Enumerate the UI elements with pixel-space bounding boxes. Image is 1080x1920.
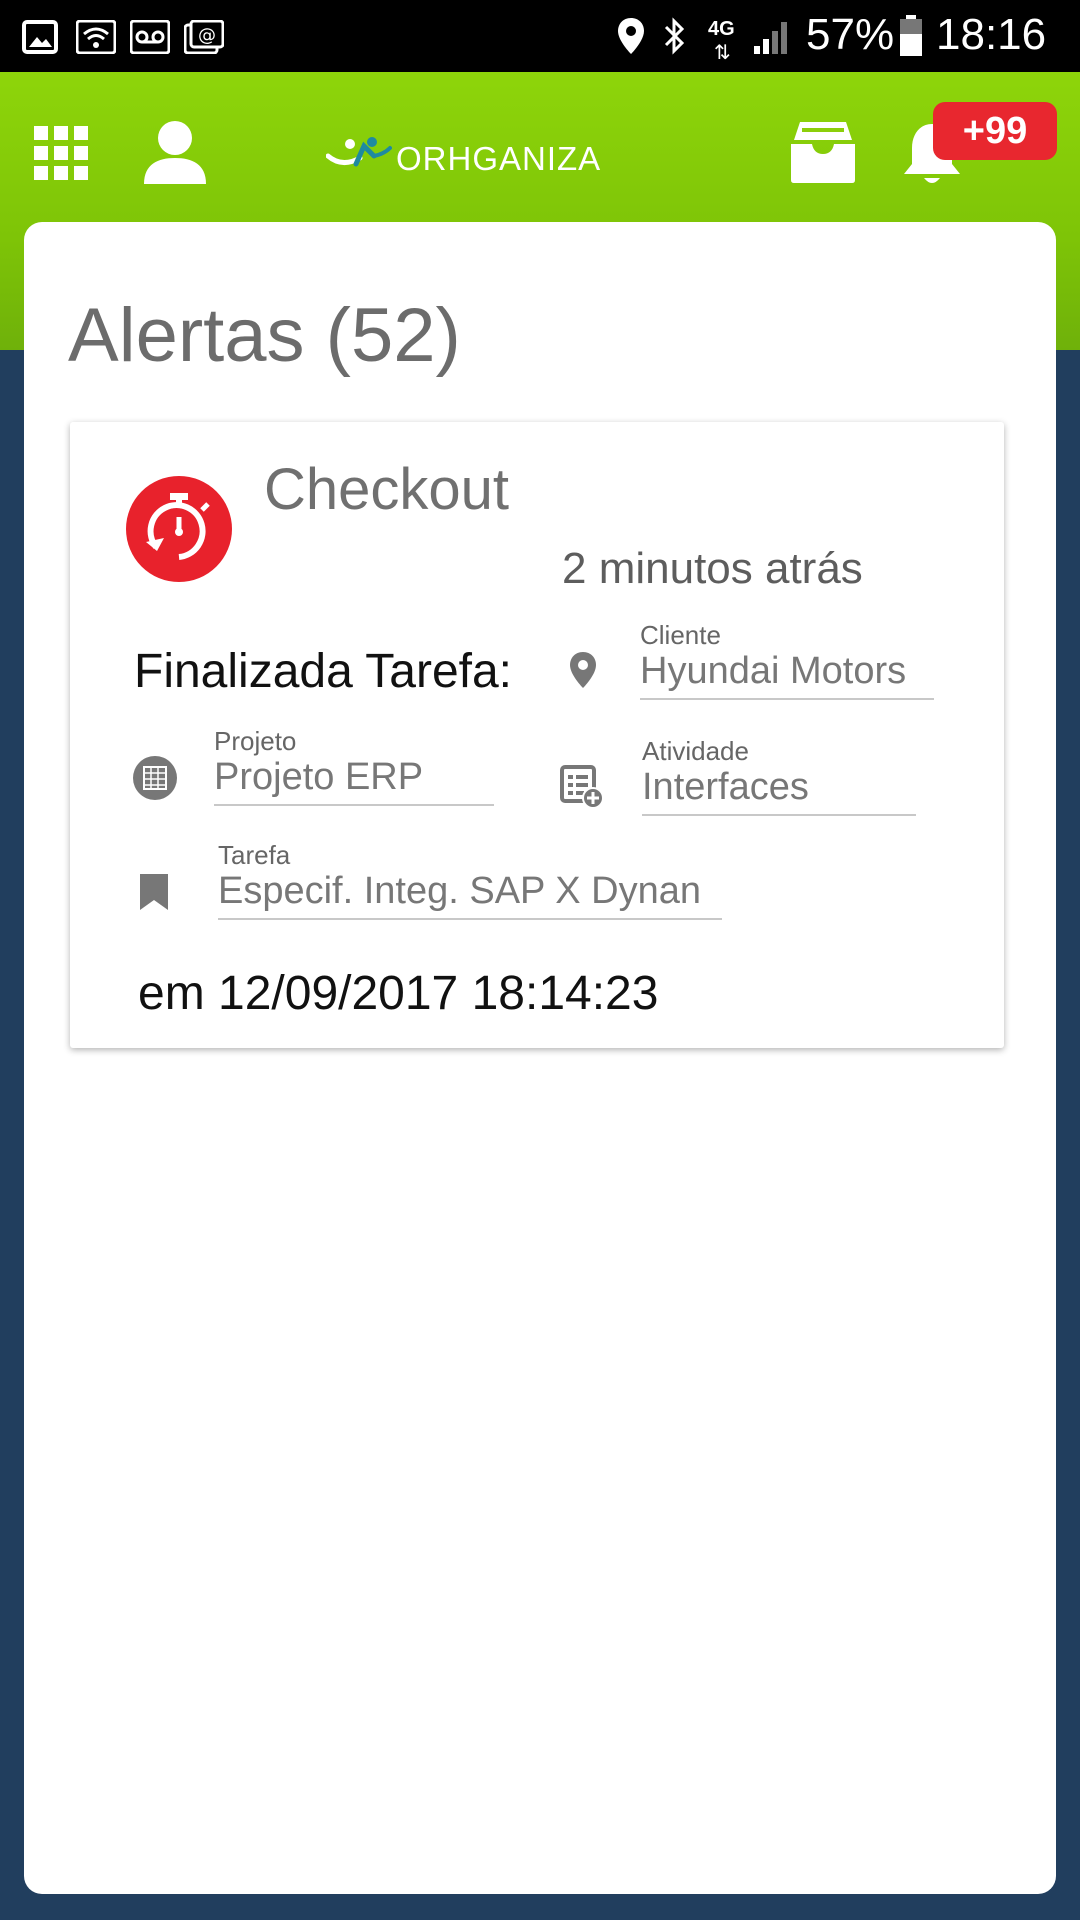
clock: 18:16 xyxy=(936,10,1047,59)
apps-grid-icon[interactable] xyxy=(34,126,88,180)
inbox-icon[interactable] xyxy=(788,118,858,184)
tarefa-label: Tarefa xyxy=(218,840,291,870)
alerts-panel: Alertas (52) Checkout 2 minutos atrás Fi… xyxy=(24,222,1056,1894)
projeto-label: Projeto xyxy=(214,726,297,756)
atividade-label: Atividade xyxy=(642,736,749,766)
signal-icon xyxy=(754,22,787,54)
alert-date: em 12/09/2017 18:14:23 xyxy=(138,967,659,1020)
network-type-label: 4G xyxy=(708,18,735,40)
svg-text:@: @ xyxy=(198,25,216,46)
status-bar: @ 4G ⇅ 57% 18:16 xyxy=(0,0,1080,72)
map-pin-icon xyxy=(570,652,596,688)
bookmark-icon xyxy=(140,874,168,910)
cliente-label: Cliente xyxy=(640,620,721,650)
logo-text: ORHGANIZA xyxy=(396,140,602,177)
alert-title: Checkout xyxy=(264,457,510,522)
email-icon: @ xyxy=(184,20,224,54)
bluetooth-icon xyxy=(664,17,685,55)
location-icon xyxy=(618,18,644,54)
notification-count-badge[interactable]: +99 xyxy=(933,102,1057,160)
projeto-field[interactable]: Projeto ERP xyxy=(214,754,494,806)
activity-list-icon xyxy=(560,765,604,809)
atividade-field[interactable]: Interfaces xyxy=(642,764,916,816)
alert-time-ago: 2 minutos atrás xyxy=(562,544,863,593)
tarefa-field[interactable]: Especif. Integ. SAP X Dynan xyxy=(218,868,722,920)
image-icon xyxy=(22,20,58,54)
wifi-icon xyxy=(76,20,116,54)
stopwatch-icon xyxy=(126,476,232,582)
data-arrows-icon: ⇅ xyxy=(714,40,731,64)
page-title: Alertas (52) xyxy=(68,293,461,378)
project-icon xyxy=(133,756,177,800)
voicemail-icon xyxy=(130,20,170,54)
alert-card[interactable]: Checkout 2 minutos atrás Finalizada Tare… xyxy=(70,422,1004,1048)
alert-description: Finalizada Tarefa: xyxy=(134,645,512,698)
battery-percent: 57% xyxy=(806,10,895,59)
battery-icon xyxy=(900,15,922,56)
orhganiza-logo-icon xyxy=(326,137,392,167)
user-icon[interactable] xyxy=(142,120,208,184)
cliente-field[interactable]: Hyundai Motors xyxy=(640,648,934,700)
